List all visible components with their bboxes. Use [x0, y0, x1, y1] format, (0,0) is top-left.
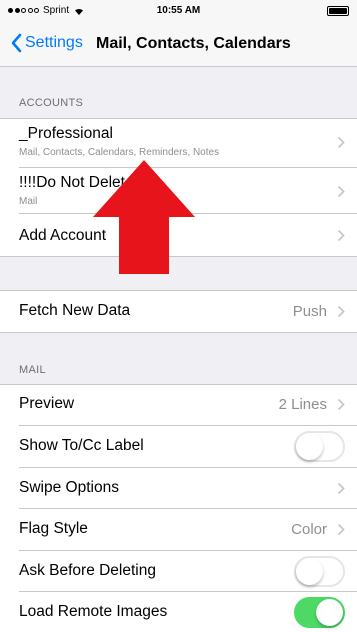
- swipe-options-label: Swipe Options: [19, 479, 119, 496]
- chevron-right-icon: [337, 229, 345, 242]
- battery-icon: [327, 6, 349, 16]
- flag-style-row[interactable]: Flag Style Color: [0, 509, 357, 551]
- swipe-options-row[interactable]: Swipe Options: [0, 468, 357, 509]
- status-bar: Sprint 10:55 AM: [0, 0, 357, 22]
- chevron-right-icon: [337, 482, 345, 495]
- show-tocc-row: Show To/Cc Label: [0, 426, 357, 468]
- navigation-bar: Settings Mail, Contacts, Calendars: [0, 22, 357, 67]
- account-services: Mail: [19, 196, 38, 207]
- ask-before-deleting-toggle[interactable]: [294, 556, 345, 587]
- toggle-knob: [296, 433, 323, 460]
- red-arrow-annotation: [93, 160, 195, 274]
- ask-before-deleting-label: Ask Before Deleting: [19, 562, 156, 579]
- account-services: Mail, Contacts, Calendars, Reminders, No…: [19, 147, 220, 158]
- chevron-right-icon: [337, 136, 345, 149]
- chevron-right-icon: [337, 523, 345, 536]
- status-time: 10:55 AM: [156, 5, 201, 16]
- toggle-knob: [296, 558, 323, 585]
- fetch-new-data-value: Push: [292, 303, 327, 320]
- fetch-new-data-label: Fetch New Data: [19, 302, 131, 319]
- load-remote-images-label: Load Remote Images: [19, 603, 168, 620]
- ask-before-deleting-row: Ask Before Deleting: [0, 551, 357, 592]
- preview-value: 2 Lines: [278, 396, 327, 413]
- preview-label: Preview: [19, 395, 75, 412]
- flag-style-label: Flag Style: [19, 520, 88, 537]
- back-button-label: Settings: [25, 34, 83, 51]
- chevron-right-icon: [337, 398, 345, 411]
- show-tocc-toggle[interactable]: [294, 431, 345, 462]
- flag-style-value: Color: [291, 521, 327, 538]
- chevron-right-icon: [337, 305, 345, 318]
- chevron-left-icon: [11, 33, 22, 53]
- chevron-right-icon: [337, 185, 345, 198]
- load-remote-images-row: Load Remote Images: [0, 592, 357, 632]
- account-name: _Professional: [19, 125, 113, 142]
- show-tocc-label: Show To/Cc Label: [19, 437, 144, 454]
- preview-row[interactable]: Preview 2 Lines: [0, 384, 357, 426]
- fetch-new-data-row[interactable]: Fetch New Data Push: [0, 290, 357, 333]
- toggle-knob: [316, 599, 343, 626]
- page-title: Mail, Contacts, Calendars: [96, 35, 291, 52]
- settings-screen: Sprint 10:55 AM Settings Mail, Contacts,…: [0, 0, 357, 632]
- mail-section-header: MAIL: [19, 364, 46, 376]
- back-button[interactable]: Settings: [10, 33, 83, 53]
- load-remote-images-toggle[interactable]: [294, 597, 345, 628]
- accounts-section-header: ACCOUNTS: [19, 97, 84, 109]
